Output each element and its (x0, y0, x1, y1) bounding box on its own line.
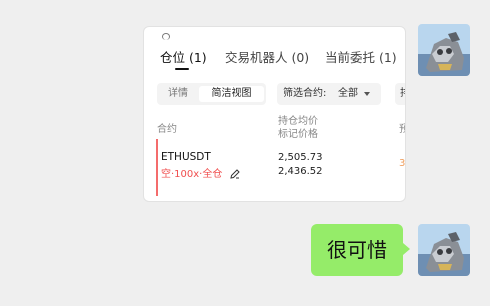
col3-value-fragment: 3 (399, 158, 406, 169)
header-contract: 合约 (157, 124, 177, 135)
tab-trading-bots: 交易机器人 (0) (225, 50, 310, 65)
crop-fragment (162, 33, 170, 40)
bubble-tail (403, 243, 410, 255)
contract-filter-label: 筛选合约: (283, 88, 327, 99)
avg-price-value: 2,505.73 (278, 152, 323, 163)
view-toggle-details: 详情 (168, 88, 188, 99)
header-mark-price: 标记价格 (278, 129, 318, 140)
image-message[interactable]: 仓位 (1) 交易机器人 (0) 当前委托 (1) 详情 简洁视图 筛选合约: … (143, 26, 406, 202)
tab-open-orders: 当前委托 (1) (325, 50, 397, 65)
text-message-bubble[interactable]: 很可惜 (311, 224, 403, 276)
view-toggle: 详情 简洁视图 (157, 83, 266, 105)
contract-filter-dropdown: 筛选合约: 全部 (277, 83, 381, 105)
mark-price-value: 2,436.52 (278, 166, 323, 177)
position-info: 空·100x·全仓 (161, 165, 240, 182)
pencil-icon (229, 169, 240, 182)
header-col3-fragment: 预 (399, 120, 405, 135)
sort-dropdown-fragment: 排 (395, 83, 405, 105)
user-avatar[interactable] (418, 24, 470, 76)
active-tab-underline (175, 68, 189, 70)
short-indicator-bar (156, 139, 158, 196)
chevron-down-icon (364, 92, 370, 96)
tab-positions: 仓位 (1) (160, 50, 207, 65)
contract-symbol: ETHUSDT (161, 151, 211, 163)
contract-filter-value: 全部 (338, 88, 358, 99)
user-avatar[interactable] (418, 224, 470, 276)
view-toggle-simple: 简洁视图 (199, 86, 264, 102)
position-label: 空·100x·全仓 (161, 169, 223, 180)
